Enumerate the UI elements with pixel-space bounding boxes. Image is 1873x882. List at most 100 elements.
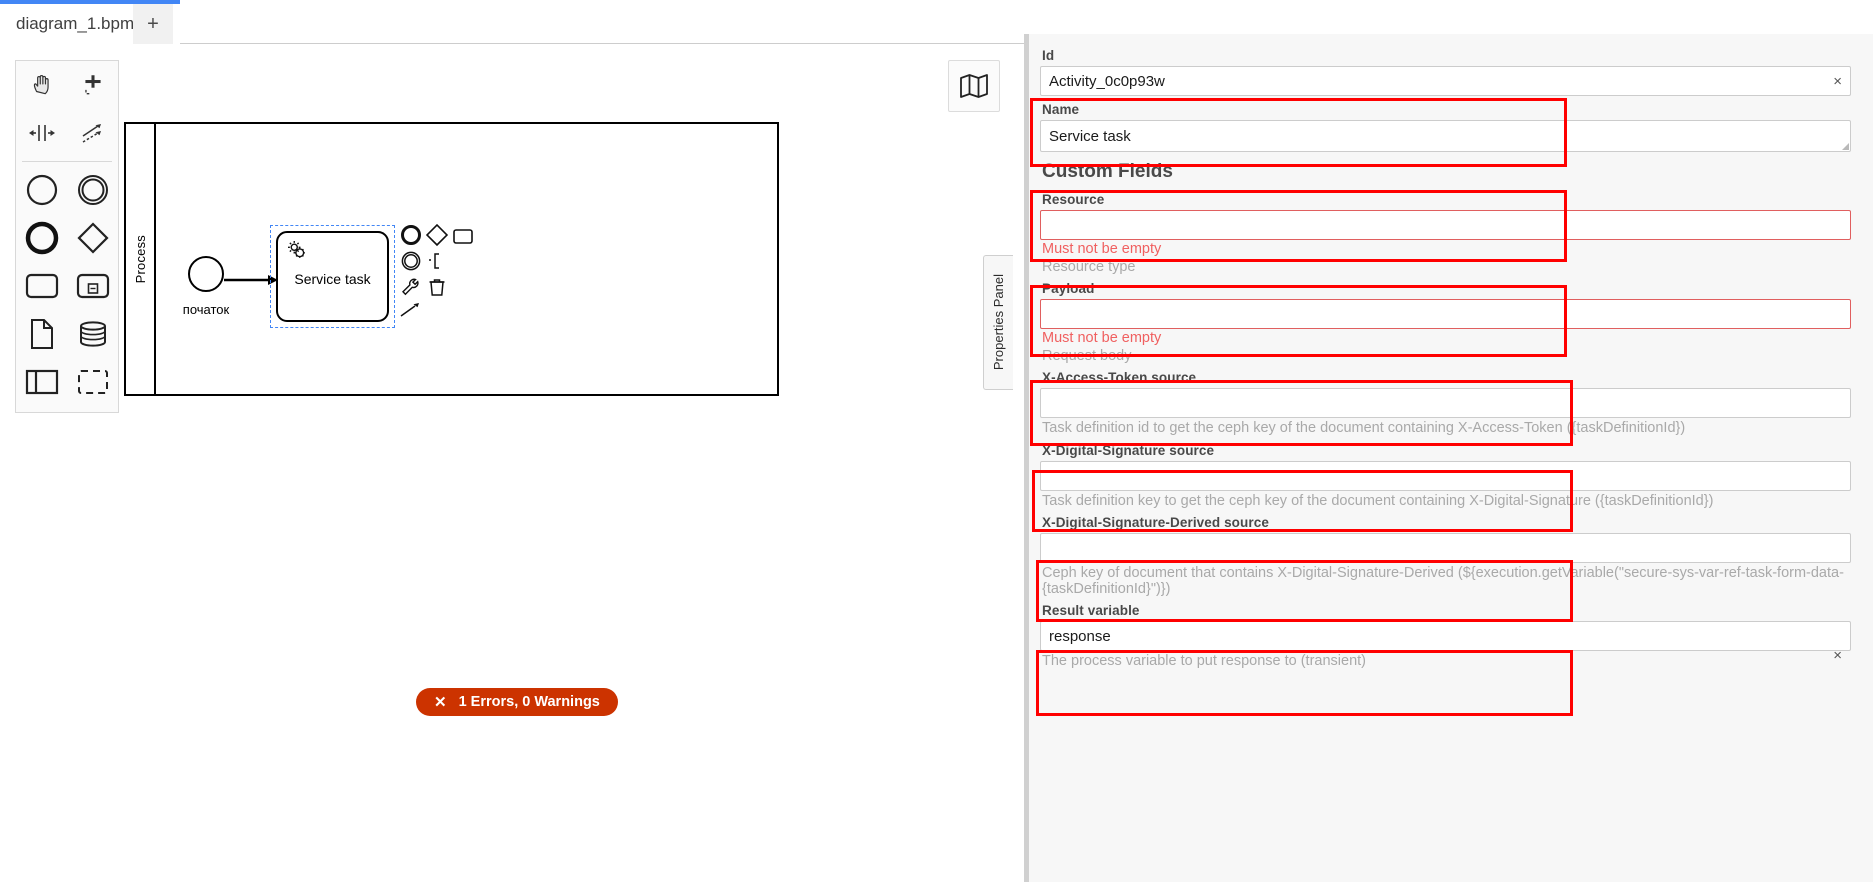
context-pad-append-end-event[interactable] (398, 222, 424, 248)
field-hint-payload: Request body (1042, 348, 1132, 365)
field-x-digital-signature-source: X-Digital-Signature source Task definitio… (1040, 439, 1851, 509)
context-pad-change-type[interactable] (398, 274, 424, 300)
palette-create-data-object[interactable] (16, 310, 67, 358)
field-hint-x-access-token-source: Task definition id to get the ceph key o… (1042, 420, 1686, 437)
palette-space-tool[interactable] (16, 109, 67, 157)
gateway-icon (76, 222, 109, 254)
service-task-gear-icon (288, 241, 305, 258)
task-icon (25, 273, 58, 299)
space-tool-icon (28, 125, 55, 141)
field-hint-x-digital-signature-derived-source: Ceph key of document that contains X-Dig… (1042, 564, 1844, 598)
end-event-icon (25, 221, 58, 255)
field-payload: Payload Must not be empty Request body (1040, 277, 1851, 364)
intermediate-event-icon (77, 175, 108, 205)
minimap-toggle-button[interactable] (948, 60, 1000, 112)
pool-header[interactable]: Process (126, 124, 156, 394)
field-error-resource: Must not be empty (1042, 241, 1162, 257)
palette-create-end-event[interactable] (16, 214, 67, 262)
field-input-id[interactable] (1040, 66, 1851, 96)
field-error-payload: Must not be empty (1042, 330, 1162, 347)
pool-label: Process (132, 234, 148, 284)
field-name: Name (1040, 98, 1851, 152)
palette-create-participant[interactable] (16, 358, 67, 406)
connect-arrow-icon (400, 303, 419, 317)
clear-result-variable-button[interactable]: × (1833, 648, 1842, 663)
start-event-shape[interactable] (188, 256, 224, 292)
delete-trash-icon (429, 279, 445, 296)
textarea-resize-grip[interactable] (1842, 143, 1849, 150)
field-input-resource[interactable] (1040, 210, 1851, 240)
context-pad-delete[interactable] (424, 274, 450, 300)
field-label-name: Name (1042, 102, 1080, 117)
bpmn-pool[interactable]: Process початок Service task (124, 122, 779, 396)
field-label-x-digital-signature-derived-source: X-Digital-Signature-Derived source (1042, 514, 1269, 530)
field-input-x-access-token-source[interactable] (1040, 388, 1851, 419)
append-text-annotation-icon (429, 253, 439, 269)
field-label-resource: Resource (1042, 192, 1105, 207)
connect-tool-icon (82, 124, 101, 143)
tab-label: diagram_1.bpmn (16, 14, 144, 33)
palette-create-data-store[interactable] (67, 310, 118, 358)
lasso-tool-icon (84, 75, 101, 95)
context-pad-append-task[interactable] (450, 223, 476, 249)
append-end-event-icon (401, 225, 421, 245)
field-input-x-digital-signature-derived-source[interactable] (1040, 532, 1851, 563)
bpmn-canvas[interactable]: Process початок Service task ✕ 1 Errors,… (0, 44, 1024, 882)
palette-create-intermediate-event[interactable] (67, 166, 118, 214)
bpmn-palette (15, 60, 119, 413)
x-icon: ✕ (434, 694, 447, 711)
participant-icon (25, 369, 58, 395)
clear-id-button[interactable]: × (1833, 74, 1842, 89)
field-input-name[interactable] (1040, 120, 1851, 152)
start-event-icon (26, 174, 57, 206)
custom-fields-section-title: Custom Fields (1042, 161, 1173, 182)
context-pad-connect[interactable] (398, 298, 424, 324)
field-label-x-digital-signature-source: X-Digital-Signature source (1042, 442, 1215, 458)
properties-panel-toggle-label: Properties Panel (991, 274, 1006, 371)
hand-tool-icon (33, 74, 49, 95)
context-pad-append-intermediate-event[interactable] (398, 248, 424, 274)
palette-separator (22, 161, 112, 162)
new-tab-button[interactable]: + (133, 4, 173, 44)
data-object-icon (30, 319, 53, 349)
field-id: Id × (1040, 44, 1851, 96)
field-result-variable: Result variable × The process variable to … (1040, 599, 1851, 669)
append-intermediate-event-icon (401, 251, 421, 271)
properties-panel: Id × Name Custom Fields Resource Must not be … (1024, 34, 1873, 882)
palette-lasso-tool[interactable] (67, 61, 118, 109)
palette-create-gateway[interactable] (67, 214, 118, 262)
data-store-icon (79, 321, 106, 347)
field-resource: Resource Must not be empty Resource type (1040, 188, 1851, 275)
context-pad-append-text-annotation[interactable] (424, 248, 450, 274)
field-x-access-token-source: X-Access-Token source Task definition id … (1040, 366, 1851, 436)
error-banner-text: 1 Errors, 0 Warnings (458, 694, 600, 710)
map-icon (960, 74, 988, 98)
palette-create-subprocess[interactable] (67, 262, 118, 310)
field-hint-resource: Resource type (1042, 259, 1136, 275)
properties-panel-toggle[interactable]: Properties Panel (983, 255, 1013, 390)
palette-create-task[interactable] (16, 262, 67, 310)
field-input-result-variable[interactable] (1040, 621, 1851, 652)
palette-create-start-event[interactable] (16, 166, 67, 214)
change-type-wrench-icon (402, 278, 419, 296)
field-label-x-access-token-source: X-Access-Token source (1042, 370, 1197, 386)
append-task-icon (453, 229, 473, 244)
palette-hand-tool[interactable] (16, 61, 67, 109)
field-label-payload: Payload (1042, 281, 1095, 297)
palette-global-connect-tool[interactable] (67, 109, 118, 157)
field-input-x-digital-signature-source[interactable] (1040, 460, 1851, 491)
service-task-shape[interactable]: Service task (276, 231, 389, 322)
start-event-label: початок (182, 302, 230, 317)
service-task-label: Service task (294, 271, 371, 287)
subprocess-icon (76, 273, 109, 299)
context-pad-append-gateway[interactable] (424, 222, 450, 248)
field-input-payload[interactable] (1040, 299, 1851, 330)
field-x-digital-signature-derived-source: X-Digital-Signature-Derived source Ceph k… (1040, 511, 1851, 597)
palette-create-group[interactable] (67, 358, 118, 406)
field-label-id: Id (1042, 48, 1055, 63)
field-hint-result-variable: The process variable to put response to … (1042, 653, 1366, 670)
field-label-result-variable: Result variable (1042, 603, 1140, 619)
error-status-banner[interactable]: ✕ 1 Errors, 0 Warnings (416, 688, 618, 716)
field-hint-x-digital-signature-source: Task definition key to get the ceph key … (1042, 492, 1714, 509)
append-gateway-icon (425, 223, 449, 247)
